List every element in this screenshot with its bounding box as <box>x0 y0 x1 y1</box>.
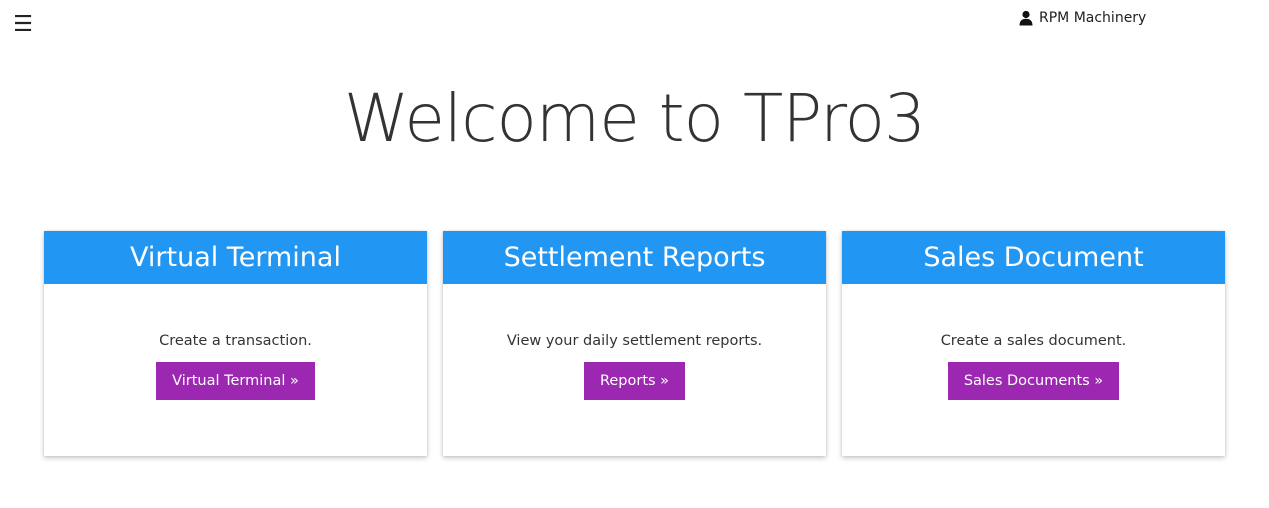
virtual-terminal-button[interactable]: Virtual Terminal » <box>156 362 315 400</box>
hamburger-menu-icon[interactable]: ☰ <box>12 12 34 38</box>
card-body: View your daily settlement reports. Repo… <box>443 284 826 400</box>
page-title: Welcome to TPro3 <box>343 80 926 157</box>
card-virtual-terminal: Virtual Terminal Create a transaction. V… <box>44 231 427 456</box>
card-title: Settlement Reports <box>443 231 826 284</box>
page: ☰ RPM Machinery Welcome to TPro3 Virtual… <box>0 0 1269 508</box>
card-description: Create a transaction. <box>159 333 312 349</box>
user-name: RPM Machinery <box>1039 10 1147 26</box>
card-description: View your daily settlement reports. <box>506 333 763 349</box>
card-title: Virtual Terminal <box>44 231 427 284</box>
card-description: Create a sales document. <box>940 333 1127 349</box>
user-icon <box>1019 10 1033 26</box>
card-body: Create a sales document. Sales Documents… <box>842 284 1225 400</box>
card-sales-document: Sales Document Create a sales document. … <box>842 231 1225 456</box>
card-list: Virtual Terminal Create a transaction. V… <box>44 231 1225 456</box>
reports-button[interactable]: Reports » <box>583 362 686 400</box>
card-body: Create a transaction. Virtual Terminal » <box>44 284 427 400</box>
card-title: Sales Document <box>842 231 1225 284</box>
card-settlement-reports: Settlement Reports View your daily settl… <box>443 231 826 456</box>
sales-documents-button[interactable]: Sales Documents » <box>947 362 1120 400</box>
user-account-link[interactable]: RPM Machinery <box>1018 8 1146 28</box>
